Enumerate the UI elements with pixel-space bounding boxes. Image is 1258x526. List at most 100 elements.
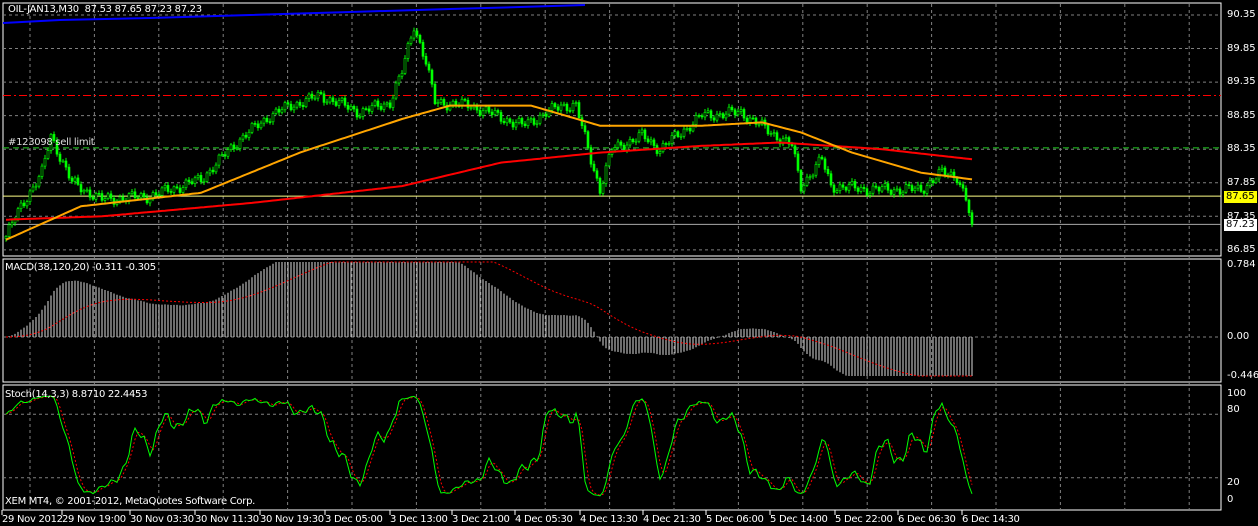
candle-body — [814, 164, 818, 176]
candle-body — [337, 100, 341, 106]
candle-body — [964, 187, 968, 201]
price-tick: 89.85 — [1227, 42, 1256, 54]
candle-body — [679, 135, 683, 138]
bid-price-tag: 87.23 — [1224, 219, 1257, 231]
stoch-tick-80: 80 — [1227, 404, 1240, 415]
candle-body — [574, 102, 578, 104]
candle-body — [907, 184, 911, 186]
candle-body — [643, 129, 647, 140]
candle-body — [295, 101, 299, 108]
candle-body — [202, 180, 206, 183]
candle-body — [916, 184, 920, 189]
candle-body — [349, 105, 353, 110]
candle-body — [136, 197, 140, 200]
candle-body — [967, 199, 971, 214]
chart-title: OIL-JAN13,M30 87.53 87.65 87.23 87.23 — [8, 4, 202, 15]
candle-body — [496, 110, 500, 113]
candle-body — [694, 115, 698, 125]
candle-body — [61, 160, 65, 163]
candle-body — [673, 131, 677, 136]
time-tick: 3 Dec 21:00 — [452, 514, 510, 525]
candle-body — [76, 177, 80, 185]
candle-body — [772, 132, 776, 135]
candle-body — [139, 193, 143, 199]
candle-body — [835, 190, 839, 193]
candle-body — [715, 113, 719, 121]
candle-body — [799, 170, 803, 192]
candle-body — [613, 147, 617, 151]
candle-body — [844, 186, 848, 191]
candle-body — [586, 131, 590, 148]
candle-body — [706, 110, 710, 113]
candle-body — [304, 98, 308, 107]
candle-body — [34, 185, 38, 188]
candle-body — [64, 160, 68, 168]
candle-body — [292, 106, 296, 111]
candle-body — [418, 35, 422, 43]
candle-body — [424, 56, 428, 65]
candle-body — [205, 172, 209, 182]
candle-body — [604, 165, 608, 184]
candle-body — [361, 108, 365, 117]
candle-body — [211, 169, 215, 173]
candle-body — [724, 113, 728, 119]
candle-body — [430, 69, 434, 85]
candle-body — [442, 99, 446, 106]
candle-body — [484, 106, 488, 112]
candle-body — [421, 42, 425, 57]
candle-body — [856, 187, 860, 192]
candle-body — [826, 169, 830, 175]
time-tick: 4 Dec 13:30 — [580, 514, 638, 525]
candle-body — [469, 107, 473, 110]
price-tick: 87.85 — [1227, 177, 1256, 188]
candle-body — [490, 111, 494, 116]
candle-body — [961, 184, 965, 189]
candle-body — [508, 118, 512, 123]
candle-body — [628, 138, 632, 146]
candle-body — [862, 187, 866, 189]
candle-body — [541, 113, 545, 116]
candle-body — [181, 187, 185, 193]
candle-body — [649, 139, 653, 143]
candle-body — [697, 115, 701, 117]
candle-body — [751, 117, 755, 120]
candle-body — [739, 109, 743, 112]
candle-body — [403, 58, 407, 74]
candle-body — [28, 190, 32, 203]
candle-body — [769, 133, 773, 136]
candle-body — [658, 151, 662, 154]
candle-body — [841, 184, 845, 188]
candle-body — [190, 181, 194, 185]
candle-body — [244, 134, 248, 138]
candle-body — [676, 131, 680, 137]
time-tick: 4 Dec 05:30 — [515, 514, 573, 525]
candle-body — [817, 156, 821, 165]
candle-body — [451, 100, 455, 106]
candle-body — [598, 177, 602, 194]
candle-body — [466, 100, 470, 109]
time-tick: 6 Dec 14:30 — [962, 514, 1020, 525]
candle-body — [214, 164, 218, 173]
candle-body — [175, 186, 179, 189]
candle-body — [898, 188, 902, 195]
candle-body — [745, 117, 749, 123]
candle-body — [286, 102, 290, 105]
macd-tick-min: -0.446 — [1227, 370, 1258, 381]
candle-body — [235, 148, 239, 150]
order-label[interactable]: #123098 sell limit — [8, 137, 95, 148]
panel-frame — [2, 2, 1222, 257]
candle-body — [409, 37, 413, 44]
candle-body — [106, 193, 110, 199]
candle-body — [688, 128, 692, 132]
candle-body — [868, 192, 872, 196]
candle-body — [943, 167, 947, 176]
price-tick: 86.85 — [1227, 244, 1256, 256]
candle-body — [79, 184, 83, 193]
candle-body — [70, 177, 74, 182]
candle-body — [721, 113, 725, 119]
time-tick: 3 Dec 05:00 — [325, 514, 383, 525]
candle-body — [268, 121, 272, 123]
candle-body — [556, 106, 560, 111]
chart-canvas[interactable] — [0, 0, 1258, 526]
candle-body — [109, 193, 113, 199]
